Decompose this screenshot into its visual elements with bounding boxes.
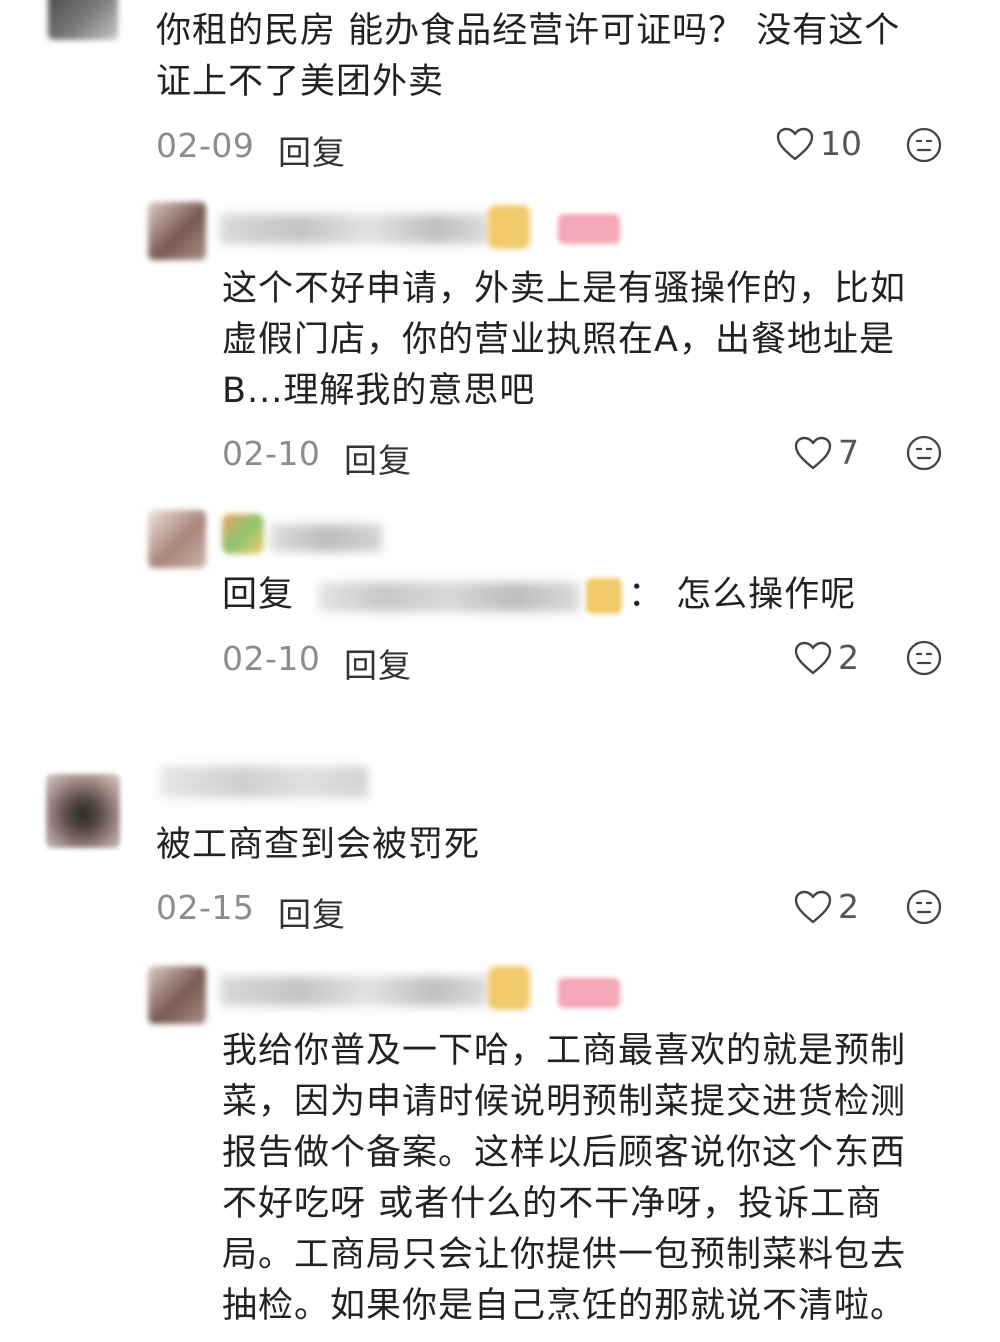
comment-text: 这个不好申请，外卖上是有骚操作的，比如 虚假门店，你的营业执照在A，出餐地址是 …	[222, 264, 982, 417]
comment-text-line: 虚假门店，你的营业执照在A，出餐地址是	[222, 320, 895, 360]
reply-suffix: ： 怎么操作呢	[628, 575, 857, 615]
reply-prefix: 回复	[222, 575, 295, 615]
comment-text-line: 不好吃呀 或者什么的不干净呀，投诉工商	[222, 1184, 883, 1224]
like-count: 7	[838, 433, 859, 472]
username-blurred[interactable]	[270, 524, 382, 552]
comment-text-line: 证上不了美团外卖	[156, 62, 445, 102]
avatar[interactable]	[48, 0, 118, 40]
avatar[interactable]	[148, 966, 206, 1024]
user-badge	[558, 978, 620, 1008]
comment-text-line: 抽检。如果你是自己烹饪的那就说不清啦。	[222, 1286, 907, 1326]
like-button[interactable]: 7	[794, 433, 859, 472]
comment-text-line: 你租的民房 能办食品经营许可证吗？ 没有这个	[156, 11, 901, 51]
thumbs-up-icon	[586, 578, 622, 614]
username-blurred[interactable]	[160, 766, 368, 798]
comment-text-line: 局。工商局只会让你提供一包预制菜料包去	[222, 1235, 907, 1275]
username-emoji	[222, 514, 264, 554]
emoji-face-icon[interactable]	[906, 127, 942, 163]
like-button[interactable]: 2	[794, 887, 859, 926]
username-blurred[interactable]	[220, 214, 490, 244]
avatar[interactable]	[148, 202, 206, 260]
emoji-face-icon[interactable]	[906, 435, 942, 471]
emoji-face-icon[interactable]	[906, 640, 942, 676]
thumbs-up-icon	[488, 205, 530, 249]
heart-outline-icon	[794, 641, 832, 675]
reply-button[interactable]: 回复	[278, 888, 346, 936]
comment-text: 被工商查到会被罚死	[156, 820, 976, 871]
avatar[interactable]	[148, 510, 206, 568]
comment-text: 你租的民房 能办食品经营许可证吗？ 没有这个 证上不了美团外卖	[156, 6, 976, 108]
avatar[interactable]	[46, 774, 120, 848]
user-badge	[558, 214, 620, 244]
like-count: 10	[820, 124, 862, 163]
reply-button[interactable]: 回复	[344, 639, 412, 687]
comment-text-line: B...理解我的意思吧	[222, 371, 536, 411]
reply-button[interactable]: 回复	[278, 126, 346, 174]
like-count: 2	[838, 887, 859, 926]
reply-button[interactable]: 回复	[344, 434, 412, 482]
heart-outline-icon	[794, 890, 832, 924]
comment-text-line: 报告做个备案。这样以后顾客说你这个东西	[222, 1133, 907, 1173]
heart-outline-icon	[794, 436, 832, 470]
like-button[interactable]: 2	[794, 638, 859, 677]
comment-text: 我给你普及一下哈，工商最喜欢的就是预制 菜，因为申请时候说明预制菜提交进货检测 …	[222, 1026, 982, 1332]
comment-text-line: 我给你普及一下哈，工商最喜欢的就是预制	[222, 1031, 907, 1071]
thumbs-up-icon	[488, 966, 530, 1010]
comment-date: 02-09	[156, 126, 255, 165]
username-blurred[interactable]	[220, 976, 488, 1006]
heart-outline-icon	[776, 127, 814, 161]
like-count: 2	[838, 638, 859, 677]
emoji-face-icon[interactable]	[906, 889, 942, 925]
comment-text-line: 被工商查到会被罚死	[156, 825, 481, 865]
comment-text-line: 菜，因为申请时候说明预制菜提交进货检测	[222, 1082, 907, 1122]
mention-username-blurred[interactable]	[318, 582, 580, 612]
comment-date: 02-15	[156, 888, 255, 927]
comment-date: 02-10	[222, 434, 321, 473]
comment-date: 02-10	[222, 639, 321, 678]
comment-text-line: 这个不好申请，外卖上是有骚操作的，比如	[222, 269, 907, 309]
like-button[interactable]: 10	[776, 124, 862, 163]
